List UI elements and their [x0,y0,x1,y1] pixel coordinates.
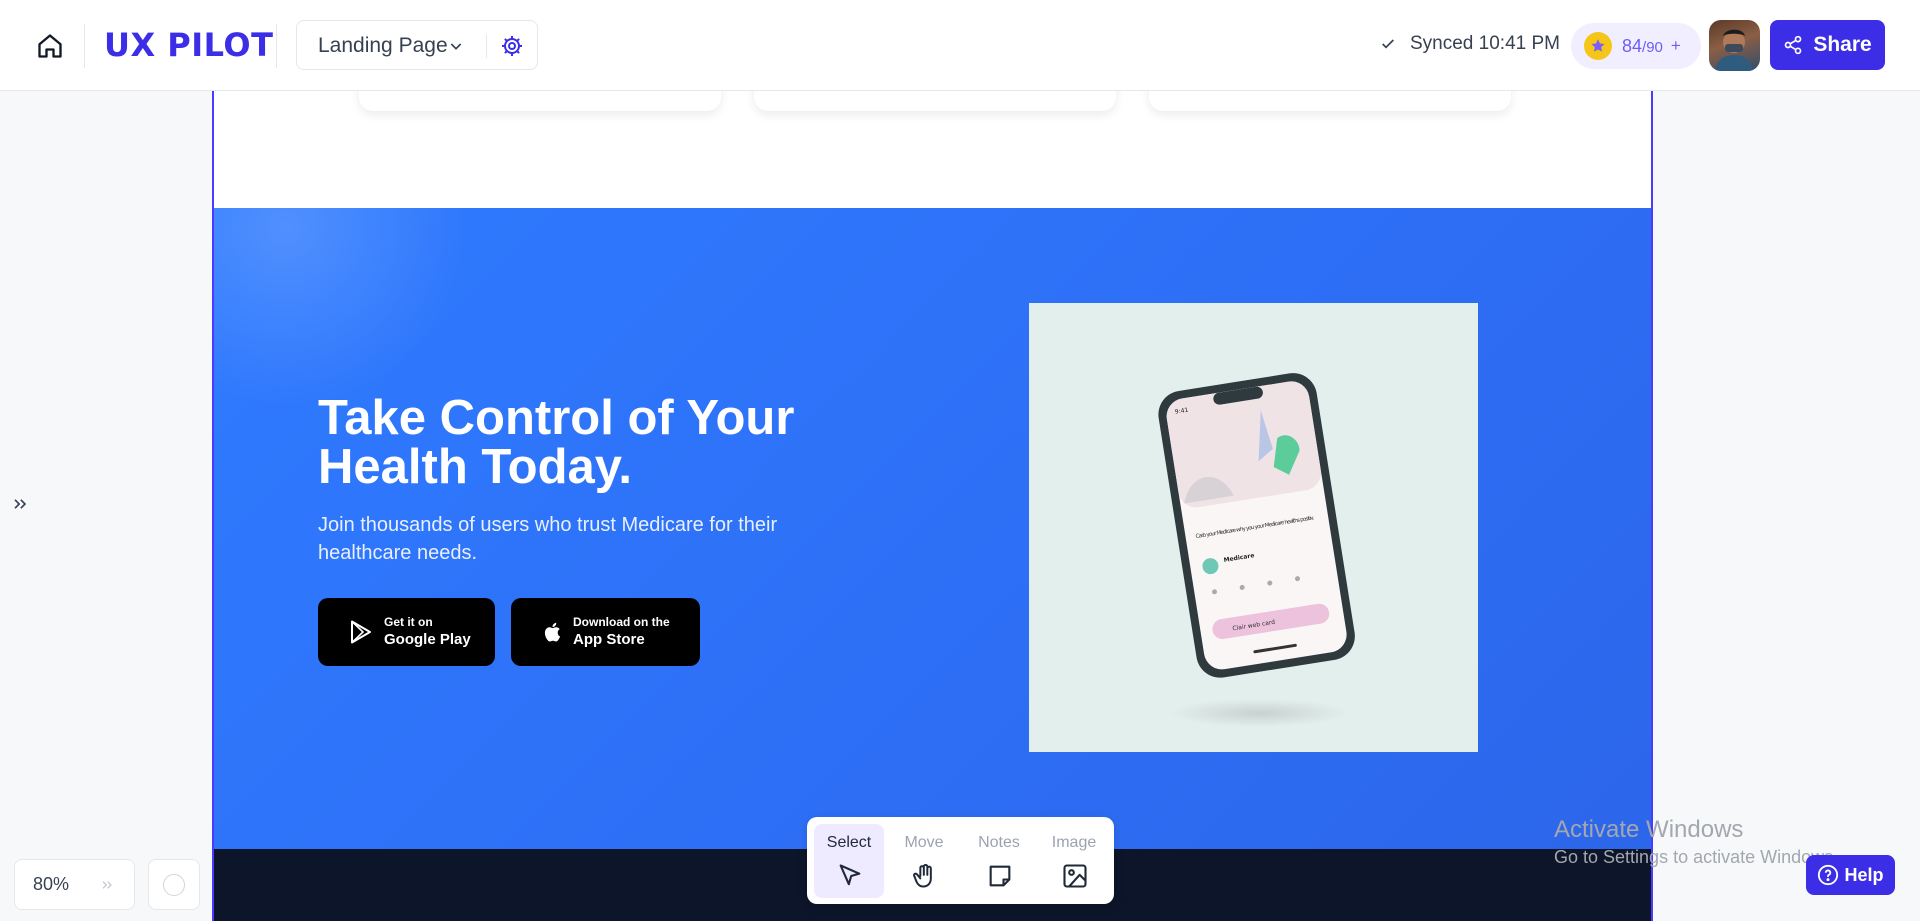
tool-notes[interactable]: Notes [964,824,1034,898]
feature-card[interactable] [1149,91,1511,111]
sync-status-text: Synced 10:41 PM [1410,33,1560,54]
windows-activation-watermark: Activate Windows Go to Settings to activ… [1554,815,1838,869]
help-button-label: Help [1844,864,1884,885]
phone-mockup-image: 9:41 Carb your Medicare why you your Med… [1029,303,1478,752]
help-button[interactable]: Help [1806,855,1895,895]
zoom-control[interactable]: 80% [14,859,135,910]
divider [486,34,487,58]
add-credits-button[interactable]: + [1671,36,1681,56]
app-logo: UX PILOT [104,26,274,64]
top-bar: UX PILOT Landing Page Synced 10:41 PM 84… [0,0,1920,91]
home-icon [38,34,62,58]
tool-image[interactable]: Image [1039,824,1109,898]
design-frame[interactable]: Take Control of Your Health Today. Join … [212,91,1653,921]
app-store-button[interactable]: Download on the App Store [511,598,700,666]
note-icon [989,865,1011,887]
minimap-toggle-button[interactable] [148,859,200,910]
chevron-down-icon[interactable] [448,38,464,54]
google-play-button[interactable]: Get it on Google Play [318,598,495,666]
app-store-big: App Store [573,631,645,648]
share-button[interactable]: Share [1770,20,1885,70]
hero-headline: Take Control of Your Health Today. [318,391,795,494]
feature-card[interactable] [359,91,721,111]
circle-icon [163,874,185,896]
divider [276,24,277,68]
watermark-line2: Go to Settings to activate Windows. [1554,847,1839,867]
tool-label: Move [904,834,944,851]
credits-badge[interactable]: 84/90 + [1571,23,1701,69]
zoom-level: 80% [33,874,70,894]
double-chevron-right-icon[interactable] [99,877,115,893]
google-play-icon [351,620,371,644]
tool-dock: Select Move Notes Image [807,817,1114,904]
avatar[interactable] [1709,20,1760,71]
star-coin-icon [1584,32,1612,60]
credits-total: /90 [1642,38,1663,56]
share-button-label: Share [1813,33,1872,56]
hero-subtext: Join thousands of users who trust Medica… [318,514,778,564]
help-circle-icon [1818,864,1839,886]
home-button[interactable] [34,30,66,62]
divider [84,24,85,68]
app-store-small: Download on the [573,615,670,629]
tool-select[interactable]: Select [814,824,884,898]
tool-label: Image [1051,834,1097,851]
gear-icon[interactable] [500,34,524,58]
cta-hero-section[interactable]: Take Control of Your Health Today. Join … [214,208,1651,849]
tool-label: Notes [978,834,1020,851]
image-icon [1063,864,1087,888]
google-play-small: Get it on [384,615,433,629]
sync-status: Synced 10:41 PM [1380,33,1560,55]
page-selector[interactable]: Landing Page [296,20,538,70]
tool-move[interactable]: Move [889,824,959,898]
tool-label: Select [826,834,872,851]
credits-count: 84/90 [1622,36,1663,57]
check-icon [1382,39,1394,49]
hand-icon [913,864,932,888]
apple-icon [544,622,561,642]
expand-sidebar-button[interactable] [10,494,30,518]
share-icon [1784,35,1802,55]
google-play-big: Google Play [384,631,471,648]
cursor-icon [839,864,861,886]
page-selector-label[interactable]: Landing Page [318,34,448,58]
credits-used: 84 [1622,35,1643,56]
feature-card[interactable] [754,91,1116,111]
watermark-line1: Activate Windows [1554,816,1744,843]
double-chevron-right-icon [14,499,27,509]
